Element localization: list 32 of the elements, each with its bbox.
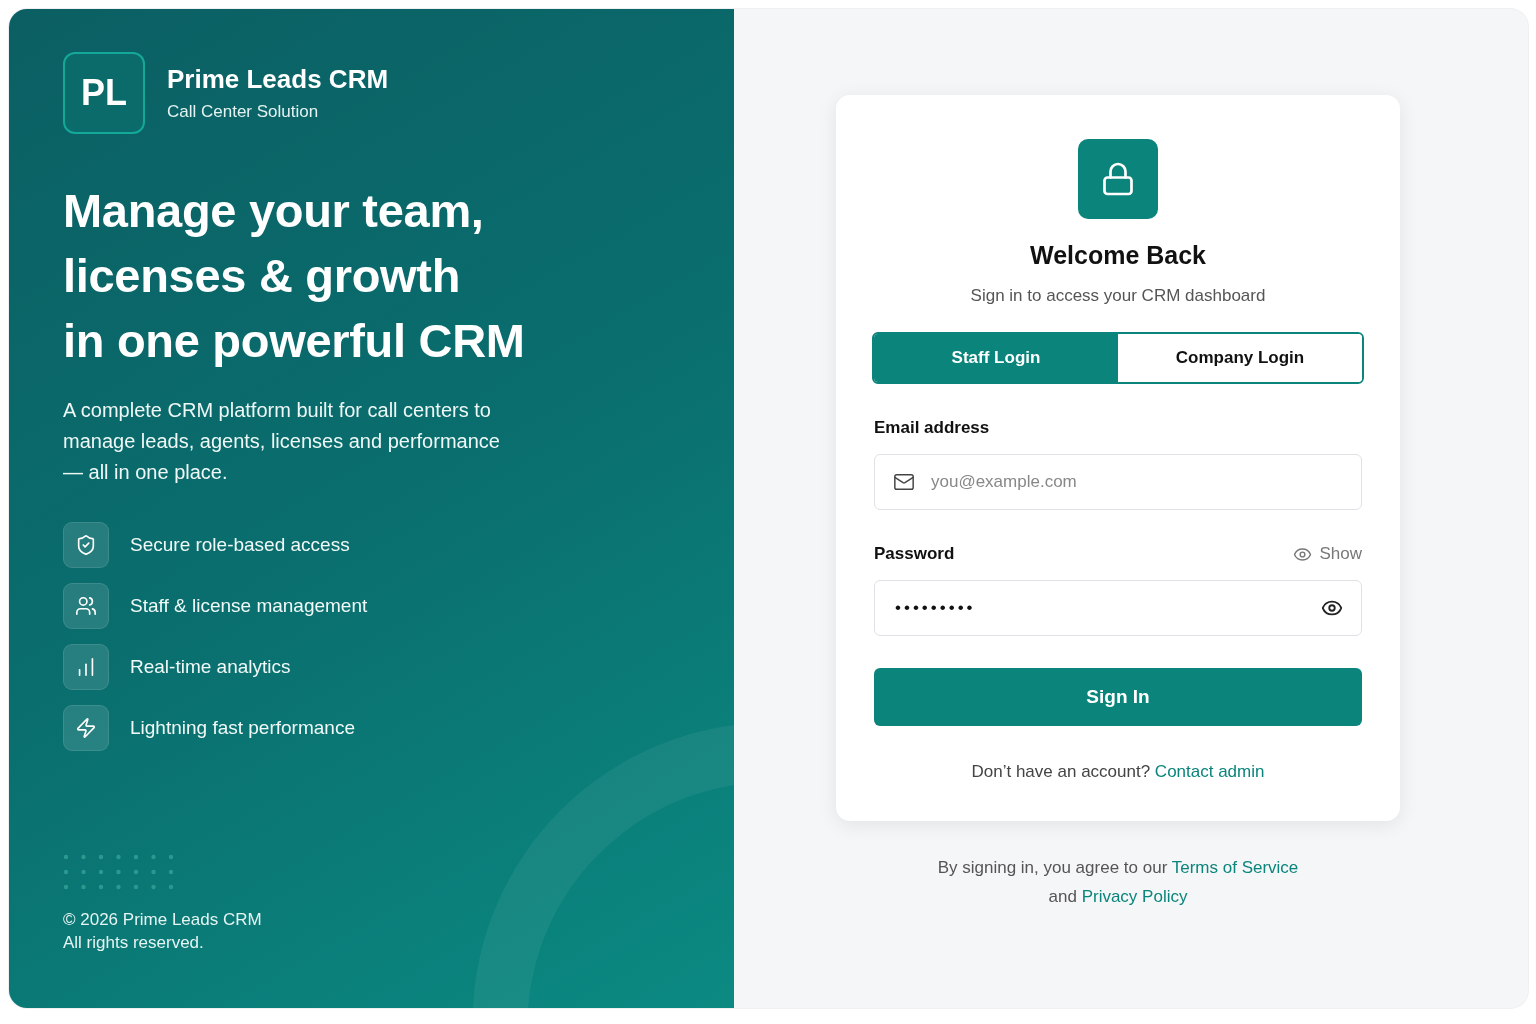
feature-label: Staff & license management: [130, 595, 368, 617]
terms-link[interactable]: Terms of Service: [1171, 858, 1299, 877]
feature-label: Secure role-based access: [130, 534, 350, 556]
mail-icon: [893, 471, 915, 493]
field-label: Password: [874, 544, 955, 564]
privacy-link[interactable]: Privacy Policy: [1081, 887, 1188, 906]
password-field[interactable]: •••••••••: [874, 580, 1362, 636]
card-title: Welcome Back: [1030, 241, 1206, 270]
brand-tagline: Call Center Solution: [167, 102, 320, 122]
shield-check-icon: [75, 534, 97, 556]
signup-prompt: Don’t have an account? Contact admin: [971, 762, 1265, 782]
feature-label: Real-time analytics: [130, 656, 291, 678]
lock-icon: [1100, 161, 1136, 197]
field-label: Email address: [874, 418, 990, 438]
legal-notice: By signing in, you agree to our Terms of Service and Privacy Policy: [936, 857, 1300, 908]
card-subtitle: Sign in to access your CRM dashboard: [970, 286, 1266, 306]
sign-in-button[interactable]: Sign In: [874, 668, 1362, 726]
brand-name: Prime Leads CRM: [167, 64, 389, 95]
password-input[interactable]: •••••••••: [893, 597, 1307, 619]
email-input[interactable]: you@example.com: [929, 471, 1343, 493]
logo: PL: [63, 52, 145, 134]
lightning-icon: [75, 717, 97, 739]
login-tab[interactable]: Staff Login: [874, 334, 1118, 382]
copyright-text: © 2026 Prime Leads CRM: [63, 909, 263, 931]
contact-admin-link[interactable]: Contact admin: [1154, 762, 1265, 781]
description: A complete CRM platform built for call centers to manage leads, agents, licenses and performance — all in one place.: [63, 398, 501, 485]
headline: Manage your team, licenses & growth in one powerful CRM: [63, 183, 526, 369]
users-icon: [75, 595, 97, 617]
email-field[interactable]: you@example.com: [874, 454, 1362, 510]
copyright-text: All rights reserved.: [63, 932, 205, 954]
show-password-button[interactable]: Show: [1293, 544, 1362, 564]
feature-label: Lightning fast performance: [130, 717, 355, 739]
